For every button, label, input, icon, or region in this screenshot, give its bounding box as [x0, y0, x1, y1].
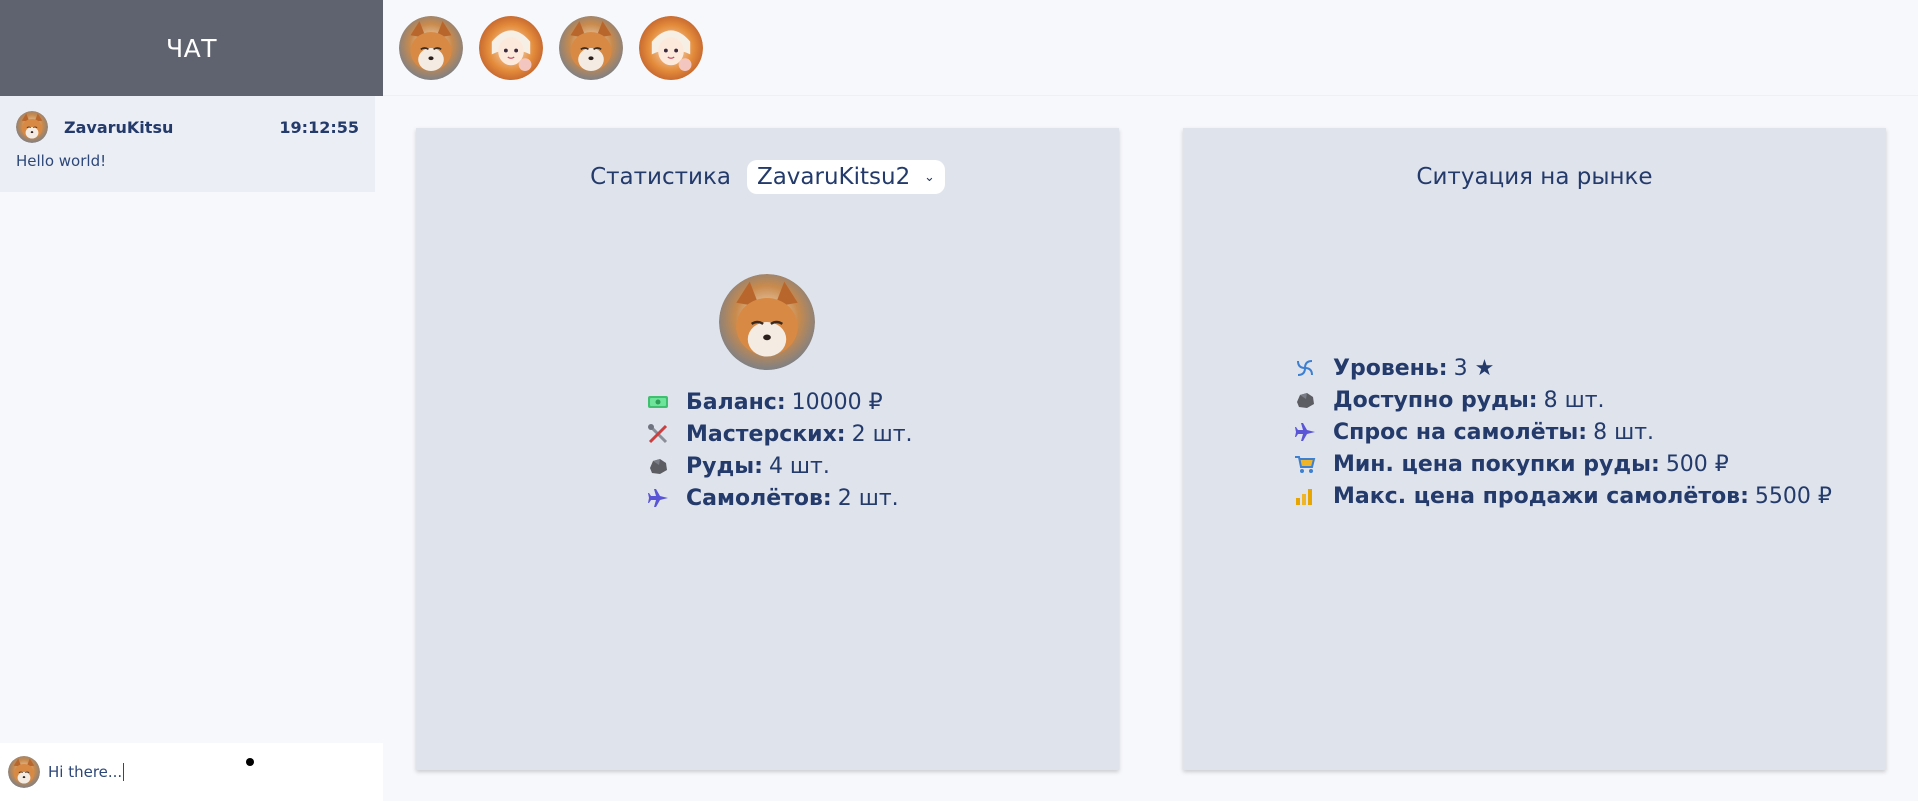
- stat-label: Мастерских:: [686, 421, 846, 447]
- stat-label: Самолётов:: [686, 485, 832, 511]
- chevron-down-icon: ⌄: [924, 169, 935, 185]
- player-select[interactable]: ZavaruKitsu2 ⌄: [746, 160, 945, 194]
- stat-row-workshops: Мастерских: 2 шт.: [646, 418, 913, 450]
- market-label: Макс. цена продажи самолётов:: [1333, 483, 1749, 509]
- stats-list: Баланс: 10000 ₽ Мастерских: 2 шт. Руды: …: [646, 386, 913, 514]
- message-author[interactable]: ZavaruKitsu: [64, 118, 173, 137]
- stat-row-balance: Баланс: 10000 ₽: [646, 386, 913, 418]
- market-list: Уровень: 3 ★ Доступно руды: 8 шт. Спрос …: [1293, 352, 1832, 512]
- chat-message-input[interactable]: Hi there...: [48, 763, 348, 781]
- market-value: 3 ★: [1453, 355, 1495, 381]
- market-row-level: Уровень: 3 ★: [1293, 352, 1832, 384]
- chat-header: ЧАТ: [0, 0, 383, 96]
- stat-row-ore: Руды: 4 шт.: [646, 450, 913, 482]
- cursor-dot: [246, 758, 254, 766]
- stat-label: Баланс:: [686, 389, 786, 415]
- market-title: Ситуация на рынке: [1416, 164, 1653, 190]
- message-text: Hello world!: [16, 152, 107, 170]
- stats-title: Статистика: [590, 164, 731, 190]
- market-row-min-ore-price: Мин. цена покупки руды: 500 ₽: [1293, 448, 1832, 480]
- chat-composer: Hi there...: [0, 743, 383, 801]
- player-avatar-3[interactable]: [559, 16, 623, 80]
- stat-row-planes: Самолётов: 2 шт.: [646, 482, 913, 514]
- message-time: 19:12:55: [279, 117, 359, 137]
- market-value: 500 ₽: [1665, 451, 1729, 477]
- ore-icon: [646, 454, 670, 478]
- market-label: Мин. цена покупки руды:: [1333, 451, 1660, 477]
- player-avatar-2[interactable]: [479, 16, 543, 80]
- stat-value: 2 шт.: [851, 421, 913, 447]
- market-value: 8 шт.: [1543, 387, 1605, 413]
- stat-value: 2 шт.: [837, 485, 899, 511]
- market-row-demand: Спрос на самолёты: 8 шт.: [1293, 416, 1832, 448]
- airplane-icon: [1293, 420, 1317, 444]
- own-avatar: [8, 756, 40, 788]
- stat-value: 10000 ₽: [791, 389, 883, 415]
- chat-title: ЧАТ: [165, 33, 217, 63]
- player-avatar-1[interactable]: [399, 16, 463, 80]
- selected-player-avatar: [719, 274, 815, 370]
- chart-bars-icon: [1293, 484, 1317, 508]
- user-avatar[interactable]: [16, 111, 48, 143]
- market-row-ore: Доступно руды: 8 шт.: [1293, 384, 1832, 416]
- chat-message: ZavaruKitsu 19:12:55 Hello world!: [0, 96, 375, 192]
- cyclone-icon: [1293, 356, 1317, 380]
- market-value: 5500 ₽: [1754, 483, 1832, 509]
- market-label: Уровень:: [1333, 355, 1448, 381]
- stats-header: Статистика ZavaruKitsu2 ⌄: [416, 160, 1119, 194]
- airplane-icon: [646, 486, 670, 510]
- players-bar: [383, 0, 1918, 96]
- stats-card: Статистика ZavaruKitsu2 ⌄ Баланс: 10000 …: [416, 128, 1119, 770]
- tools-icon: [646, 422, 670, 446]
- chat-input-value: Hi there...: [48, 763, 125, 781]
- player-select-value: ZavaruKitsu2: [756, 164, 911, 190]
- message-list: ZavaruKitsu 19:12:55 Hello world!: [0, 96, 375, 192]
- player-avatar-4[interactable]: [639, 16, 703, 80]
- ore-icon: [1293, 388, 1317, 412]
- stat-label: Руды:: [686, 453, 763, 479]
- market-value: 8 шт.: [1593, 419, 1655, 445]
- market-row-max-plane-price: Макс. цена продажи самолётов: 5500 ₽: [1293, 480, 1832, 512]
- market-label: Доступно руды:: [1333, 387, 1538, 413]
- cart-icon: [1293, 452, 1317, 476]
- market-label: Спрос на самолёты:: [1333, 419, 1588, 445]
- money-icon: [646, 390, 670, 414]
- stat-value: 4 шт.: [768, 453, 830, 479]
- chat-sidebar: ЧАТ ZavaruKitsu 19:12:55 Hello world! Hi…: [0, 0, 383, 801]
- market-card: Ситуация на рынке Уровень: 3 ★ Доступно …: [1183, 128, 1886, 770]
